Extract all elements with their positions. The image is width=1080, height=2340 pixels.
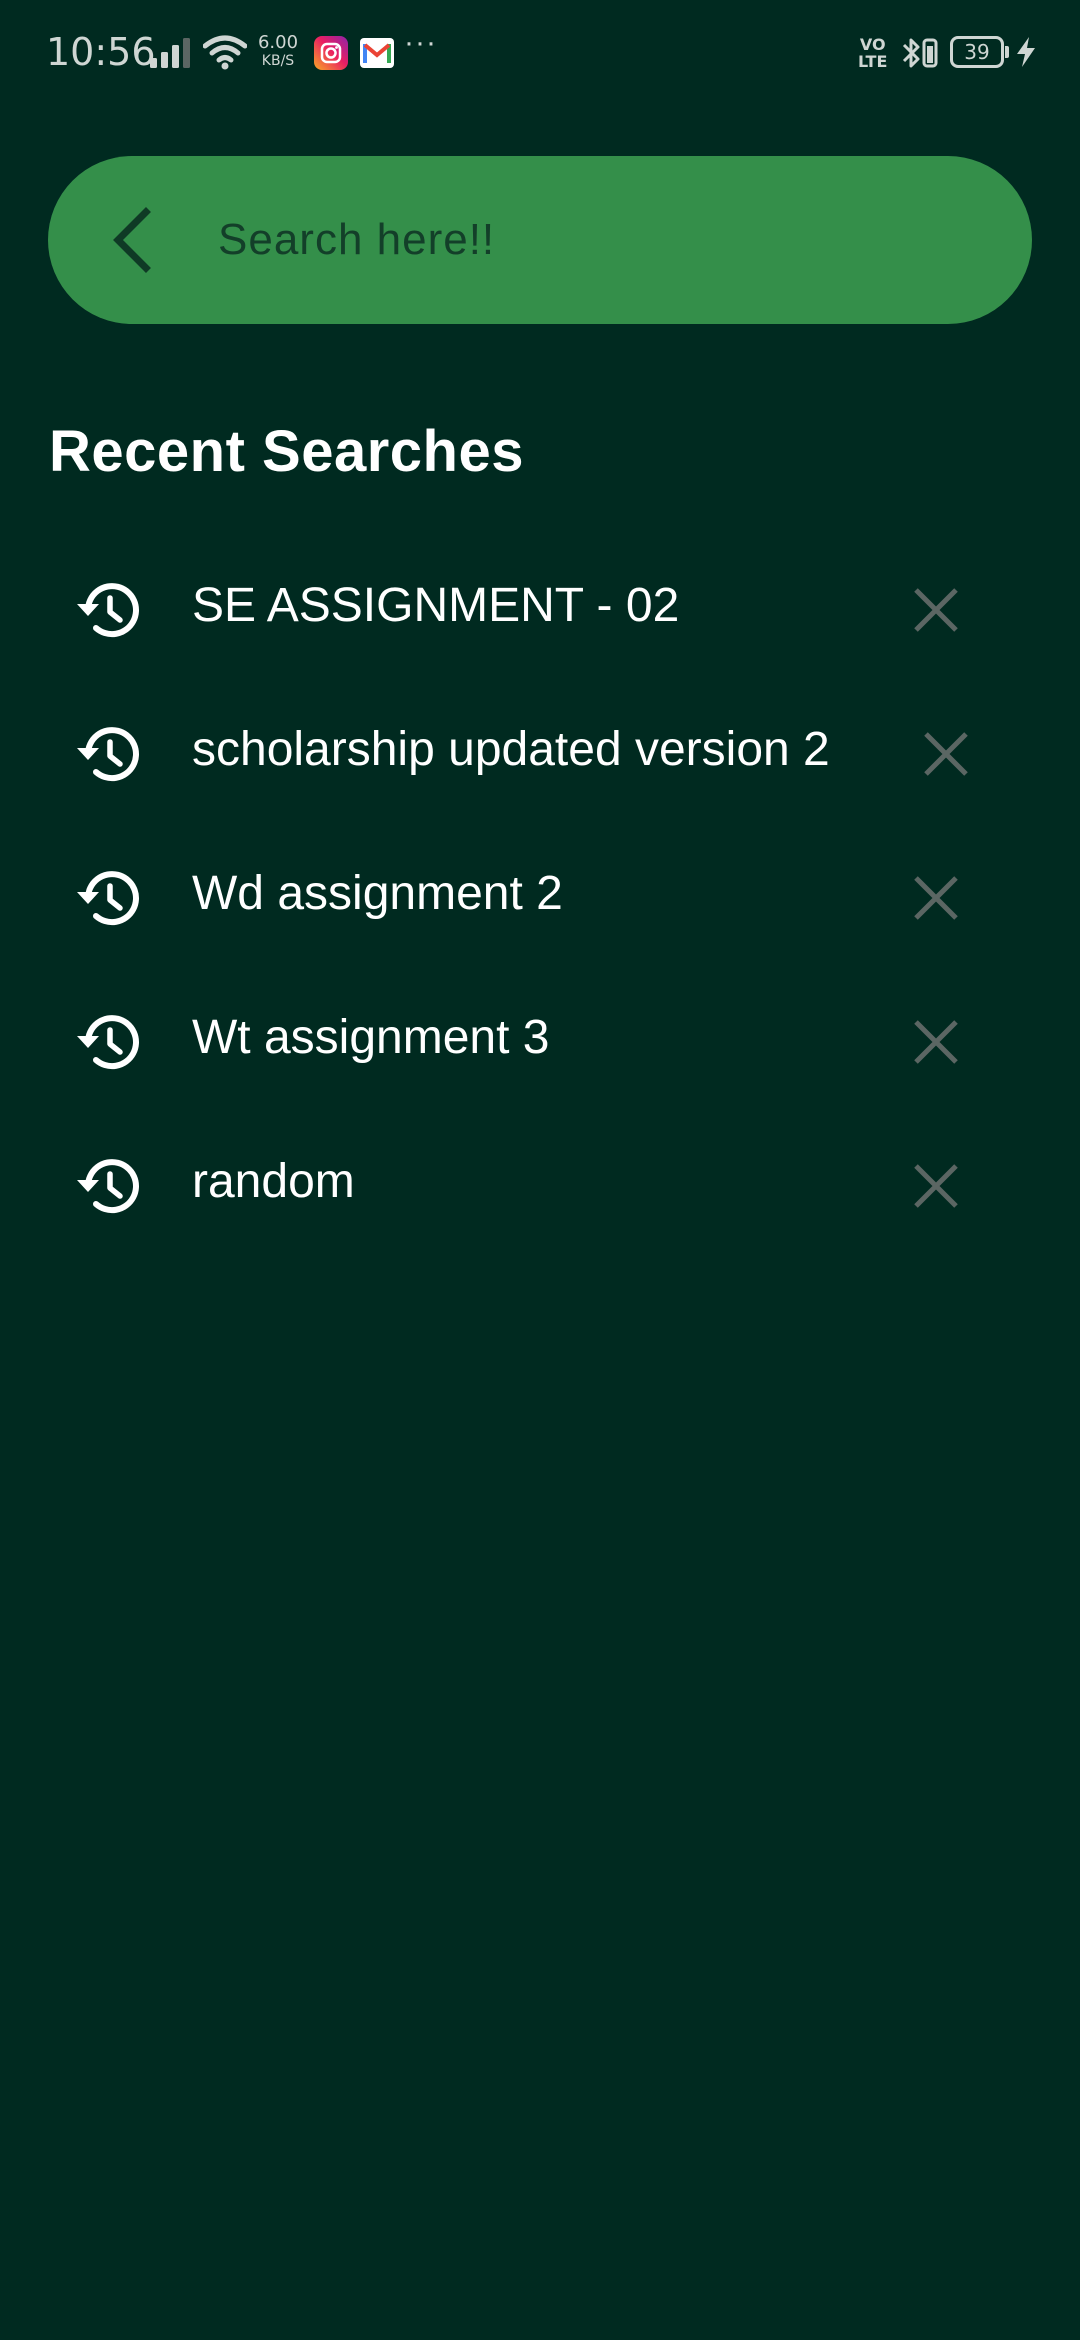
chevron-left-icon xyxy=(113,207,151,273)
remove-search-button[interactable] xyxy=(904,578,968,642)
remove-search-button[interactable] xyxy=(904,866,968,930)
recent-search-label: scholarship updated version 2 xyxy=(192,723,830,776)
history-icon xyxy=(77,871,139,926)
recent-search-label: random xyxy=(192,1155,355,1208)
close-icon xyxy=(924,732,968,776)
recent-search-label: Wt assignment 3 xyxy=(192,1011,550,1064)
recent-searches-title: Recent Searches xyxy=(49,419,524,484)
remove-search-button[interactable] xyxy=(904,1154,968,1218)
history-icon xyxy=(77,583,139,638)
back-button[interactable] xyxy=(96,196,168,284)
recent-search-label: Wd assignment 2 xyxy=(192,867,563,920)
close-icon xyxy=(914,588,958,632)
history-icon xyxy=(77,1159,139,1214)
remove-search-button[interactable] xyxy=(904,1010,968,1074)
recent-search-label: SE ASSIGNMENT - 02 xyxy=(192,579,680,632)
close-icon xyxy=(914,1164,958,1208)
history-icon xyxy=(77,1015,139,1070)
remove-search-button[interactable] xyxy=(914,722,978,786)
close-icon xyxy=(914,1020,958,1064)
search-input[interactable] xyxy=(218,196,978,284)
recent-search-item[interactable]: random xyxy=(0,0,1080,1214)
close-icon xyxy=(914,876,958,920)
history-icon xyxy=(77,727,139,782)
